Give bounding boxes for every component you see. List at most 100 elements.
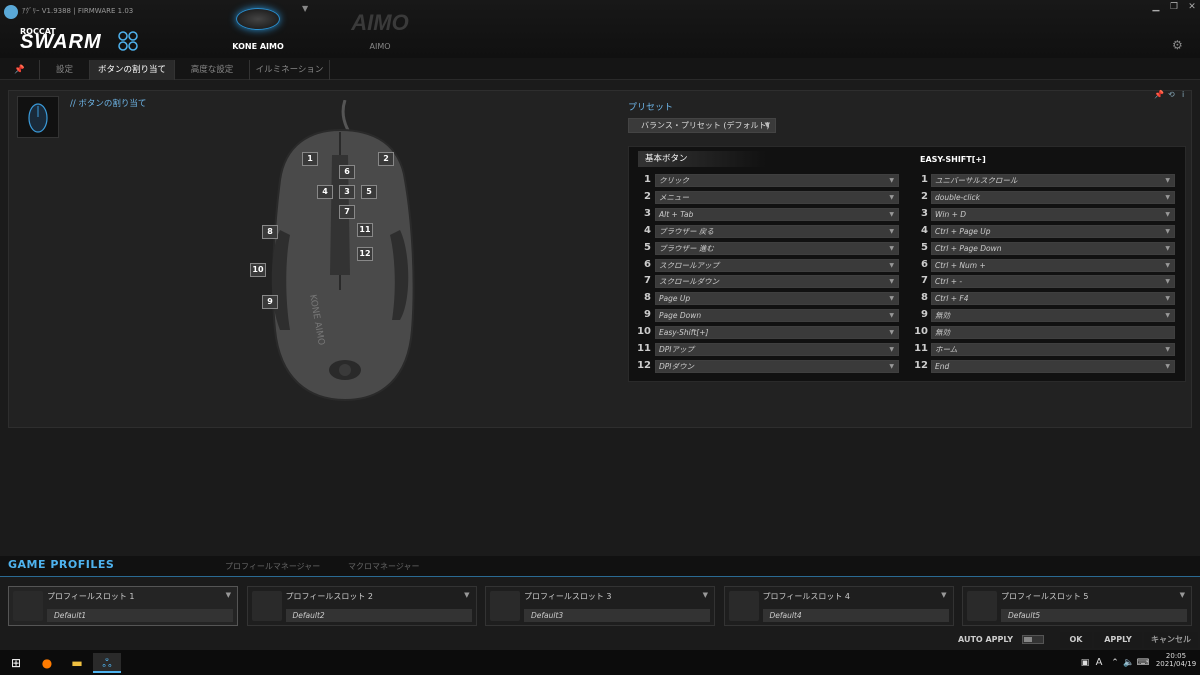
file-explorer-icon[interactable]: ▬	[63, 653, 91, 673]
device-dropdown-icon[interactable]: ▼	[302, 4, 308, 13]
callout-3[interactable]: 3	[339, 185, 355, 199]
easy-shift-select-value: Ctrl + Page Up	[935, 227, 991, 236]
profile-slot-5[interactable]: プロフィールスロット 5 ▼ Default5	[962, 586, 1192, 626]
info-icon[interactable]: i	[1182, 90, 1184, 99]
chevron-down-icon[interactable]: ▼	[703, 591, 708, 599]
minimize-icon[interactable]: ▁	[1148, 2, 1164, 16]
tab-macro-manager[interactable]: マクロマネージャー	[348, 561, 419, 572]
easy-shift-select[interactable]: 無効	[931, 326, 1175, 339]
callout-4[interactable]: 4	[317, 185, 333, 199]
gear-icon[interactable]: ⚙	[1172, 38, 1183, 52]
reset-icon[interactable]: ⟲	[1168, 90, 1175, 99]
tab-settings[interactable]: 設定	[40, 60, 90, 80]
firefox-icon[interactable]: ●	[33, 653, 61, 673]
basic-button-select-value: スクロールアップ	[659, 261, 719, 270]
easy-shift-select[interactable]: ユニバーサルスクロール ▼	[931, 174, 1175, 187]
profile-slot-value[interactable]: Default1	[47, 609, 233, 622]
ime-mode[interactable]: A	[1092, 653, 1106, 673]
row-number: 8	[921, 292, 928, 303]
maximize-icon[interactable]: ❐	[1166, 2, 1182, 16]
ime-icon[interactable]: ▣	[1078, 653, 1092, 673]
preset-dropdown[interactable]: バランス・プリセット (デフォルト) ▼	[628, 118, 776, 133]
swarm-taskbar-icon[interactable]: ஃ	[93, 653, 121, 673]
profile-slot-value[interactable]: Default4	[762, 609, 949, 622]
easy-shift-select-value: double-click	[935, 193, 981, 202]
taskbar: ⊞ ● ▬ ஃ ▣ A ⌃ 🔈 ⌨	[0, 650, 1200, 675]
basic-button-select[interactable]: DPIアップ ▼	[655, 343, 899, 356]
device-kone-aimo[interactable]: KONE AIMO	[208, 0, 308, 58]
basic-button-select[interactable]: Easy-Shift[+] ▼	[655, 326, 899, 339]
callout-5[interactable]: 5	[361, 185, 377, 199]
basic-button-select-value: Page Up	[659, 294, 691, 303]
mouse-diagram: KONE AIMO 1 2 6 4 3 5 7 11 8 12 10 9	[240, 99, 440, 410]
volume-icon[interactable]: 🔈	[1122, 653, 1136, 673]
callout-9[interactable]: 9	[262, 295, 278, 309]
auto-apply-toggle[interactable]	[1022, 635, 1044, 644]
basic-button-select-value: ブラウザー 進む	[659, 244, 714, 253]
pin-icon[interactable]: 📌	[1154, 90, 1164, 99]
basic-button-select[interactable]: クリック ▼	[655, 174, 899, 187]
profile-slot-value[interactable]: Default3	[524, 609, 710, 622]
row-number: 1	[644, 174, 651, 185]
callout-10[interactable]: 10	[250, 263, 266, 277]
easy-shift-select[interactable]: Ctrl + Num + ▼	[931, 259, 1175, 272]
easy-shift-select[interactable]: Win + D ▼	[931, 208, 1175, 221]
basic-button-select[interactable]: ブラウザー 進む ▼	[655, 242, 899, 255]
basic-button-select-value: Alt + Tab	[659, 210, 694, 219]
pin-icon[interactable]: 📌	[0, 60, 40, 80]
chevron-up-icon[interactable]: ⌃	[1108, 653, 1122, 673]
row-number: 9	[644, 309, 651, 320]
chevron-down-icon[interactable]: ▼	[1180, 591, 1185, 599]
chevron-down-icon: ▼	[889, 278, 894, 285]
taskbar-clock[interactable]: 20:05 2021/04/19	[1154, 652, 1198, 668]
row-number: 10	[914, 326, 928, 337]
callout-12[interactable]: 12	[357, 247, 373, 261]
row-number: 12	[637, 360, 651, 371]
chevron-down-icon[interactable]: ▼	[226, 591, 231, 599]
easy-shift-select[interactable]: Ctrl + F4 ▼	[931, 292, 1175, 305]
basic-button-select[interactable]: ブラウザー 戻る ▼	[655, 225, 899, 238]
easy-shift-select-value: 無効	[935, 328, 950, 337]
profile-slot-3[interactable]: プロフィールスロット 3 ▼ Default3	[485, 586, 715, 626]
basic-button-select[interactable]: Alt + Tab ▼	[655, 208, 899, 221]
windows-start-icon[interactable]: ⊞	[2, 653, 30, 673]
callout-7[interactable]: 7	[339, 205, 355, 219]
easy-shift-select[interactable]: End ▼	[931, 360, 1175, 373]
swarm-logo-icon	[118, 31, 138, 51]
tab-advanced-settings[interactable]: 高度な設定	[175, 60, 250, 80]
close-icon[interactable]: ✕	[1184, 2, 1200, 16]
apply-button[interactable]: APPLY	[1094, 632, 1142, 648]
easy-shift-select[interactable]: double-click ▼	[931, 191, 1175, 204]
easy-shift-select[interactable]: Ctrl + Page Up ▼	[931, 225, 1175, 238]
basic-button-select[interactable]: スクロールダウン ▼	[655, 275, 899, 288]
chevron-down-icon[interactable]: ▼	[941, 591, 946, 599]
profile-slot-value[interactable]: Default2	[285, 609, 472, 622]
cancel-button[interactable]: キャンセル	[1144, 632, 1198, 648]
basic-button-select[interactable]: メニュー ▼	[655, 191, 899, 204]
callout-11[interactable]: 11	[357, 223, 373, 237]
easy-shift-select[interactable]: 無効 ▼	[931, 309, 1175, 322]
tab-button-assignment[interactable]: ボタンの割り当て	[90, 60, 175, 80]
ok-button[interactable]: OK	[1060, 632, 1092, 648]
basic-button-select[interactable]: スクロールアップ ▼	[655, 259, 899, 272]
callout-8[interactable]: 8	[262, 225, 278, 239]
profile-slot-1[interactable]: プロフィールスロット 1 ▼ Default1	[8, 586, 238, 626]
profile-slot-4[interactable]: プロフィールスロット 4 ▼ Default4	[723, 586, 954, 626]
keyboard-icon[interactable]: ⌨	[1136, 653, 1150, 673]
basic-button-select[interactable]: Page Down ▼	[655, 309, 899, 322]
chevron-down-icon[interactable]: ▼	[464, 591, 469, 599]
tab-profile-manager[interactable]: プロフィールマネージャー	[225, 561, 320, 572]
tab-illumination[interactable]: イルミネーション	[250, 60, 330, 80]
basic-button-select[interactable]: DPIダウン ▼	[655, 360, 899, 373]
easy-shift-select[interactable]: Ctrl + Page Down ▼	[931, 242, 1175, 255]
callout-2[interactable]: 2	[378, 152, 394, 166]
easy-shift-select[interactable]: Ctrl + - ▼	[931, 275, 1175, 288]
basic-button-select[interactable]: Page Up ▼	[655, 292, 899, 305]
easy-shift-select[interactable]: ホーム ▼	[931, 343, 1175, 356]
callout-1[interactable]: 1	[302, 152, 318, 166]
callout-6[interactable]: 6	[339, 165, 355, 179]
profile-slot-2[interactable]: プロフィールスロット 2 ▼ Default2	[246, 586, 477, 626]
easy-shift-select-value: Ctrl + Page Down	[935, 244, 1002, 253]
device-aimo[interactable]: AIMO AIMO	[340, 0, 420, 58]
profile-slot-value[interactable]: Default5	[1001, 609, 1187, 622]
